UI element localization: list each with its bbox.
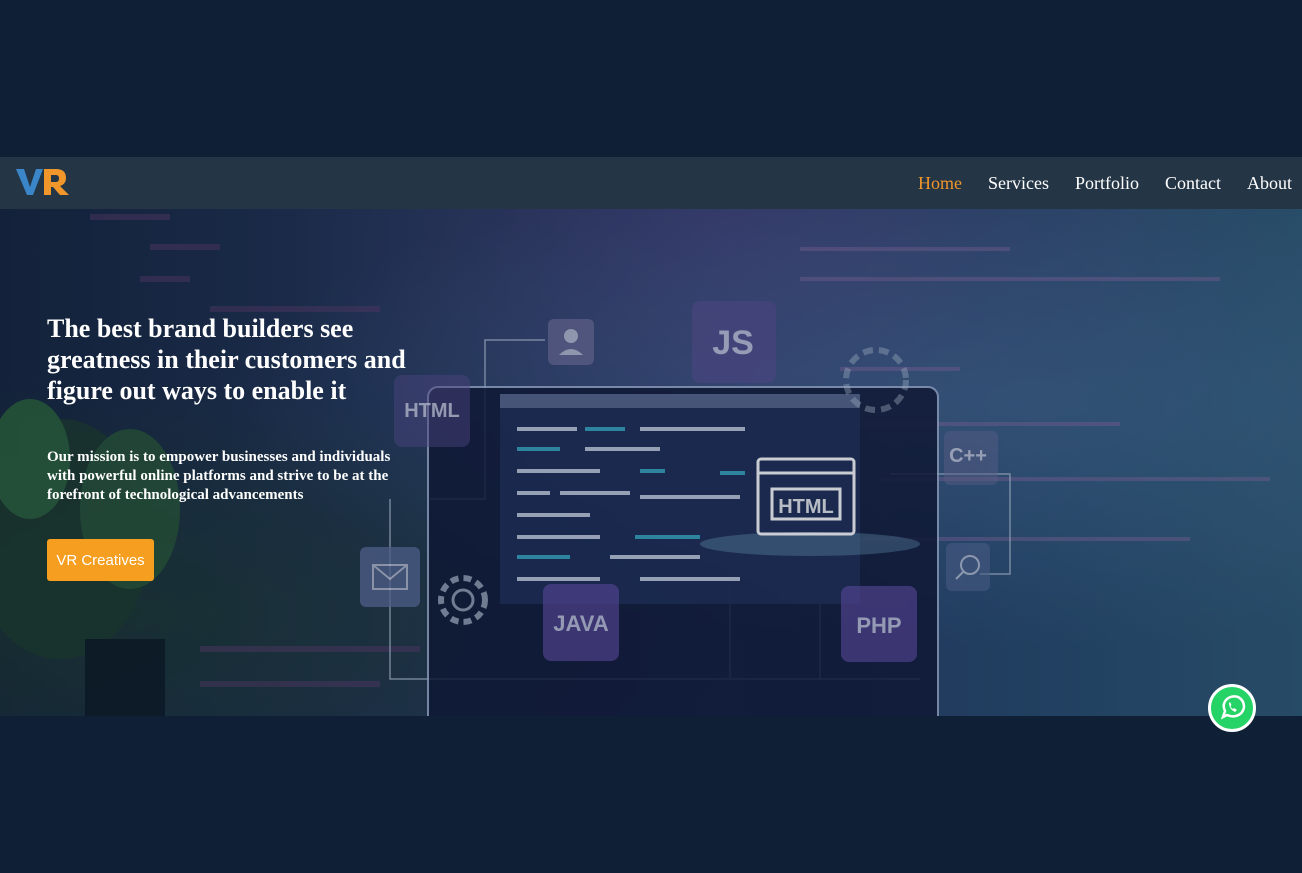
hero-subheading: Our mission is to empower businesses and…: [47, 449, 391, 503]
hero-heading: The best brand builders see greatness in…: [47, 314, 406, 405]
nav-home[interactable]: Home: [918, 173, 962, 194]
hero-text: The best brand builders see greatness in…: [47, 313, 427, 505]
hero-section: JS HTML C++ JAVA PHP HTML The best brand…: [0, 209, 1302, 716]
nav-about[interactable]: About: [1247, 173, 1292, 194]
navbar: Home Services Portfolio Contact About: [0, 157, 1302, 209]
nav-menu: Home Services Portfolio Contact About: [918, 157, 1292, 209]
nav-contact[interactable]: Contact: [1165, 173, 1221, 194]
vr-creatives-button[interactable]: VR Creatives: [47, 539, 154, 581]
page-background-bottom: [0, 716, 1302, 873]
whatsapp-icon[interactable]: [1208, 684, 1256, 732]
whatsapp-glyph-icon: [1220, 695, 1246, 720]
nav-services[interactable]: Services: [988, 173, 1049, 194]
vr-logo[interactable]: [16, 167, 72, 197]
nav-portfolio[interactable]: Portfolio: [1075, 173, 1139, 194]
